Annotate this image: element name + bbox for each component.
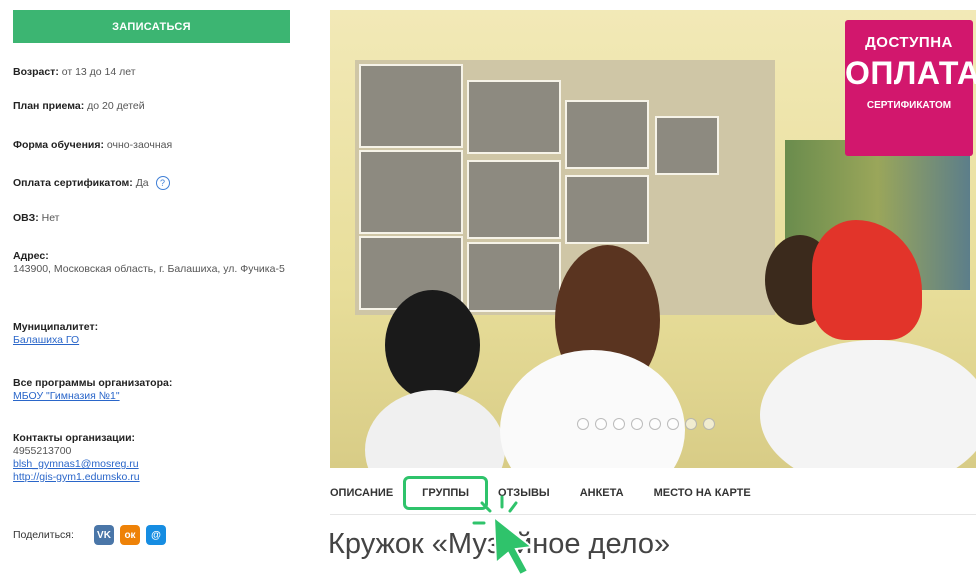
contacts-info: Контакты организации: 4955213700 blsh_gy…	[13, 432, 140, 484]
mail-icon[interactable]: @	[146, 525, 166, 545]
plan-info: План приема: до 20 детей	[13, 100, 145, 113]
municipality-info: Муниципалитет: Балашиха ГО	[13, 321, 98, 347]
share-icons: VK ок @	[94, 525, 166, 545]
slider-dot[interactable]	[595, 418, 607, 430]
municipality-label: Муниципалитет:	[13, 321, 99, 333]
address-info: Адрес: 143900, Московская область, г. Ба…	[13, 250, 293, 276]
enroll-button[interactable]: ЗАПИСАТЬСЯ	[13, 10, 290, 43]
contacts-label: Контакты организации:	[13, 432, 136, 444]
form-value: очно-заочная	[106, 139, 173, 151]
ovz-value: Нет	[41, 212, 60, 224]
contacts-site[interactable]: http://gis-gym1.edumsko.ru	[13, 471, 140, 483]
municipality-link[interactable]: Балашиха ГО	[13, 334, 79, 346]
slider-dot[interactable]	[631, 418, 643, 430]
slider-dot[interactable]	[613, 418, 625, 430]
cursor-pointer-icon	[472, 495, 535, 575]
payment-value: Да	[135, 176, 149, 189]
ovz-info: ОВЗ: Нет	[13, 212, 60, 225]
vk-icon[interactable]: VK	[94, 525, 114, 545]
age-value: от 13 до 14 лет	[61, 66, 136, 78]
age-info: Возраст: от 13 до 14 лет	[13, 66, 136, 79]
form-label: Форма обучения:	[13, 139, 104, 151]
tab-bar: ОПИСАНИЕ ГРУППЫ ОТЗЫВЫ АНКЕТА МЕСТО НА К…	[330, 472, 976, 515]
age-label: Возраст:	[13, 66, 59, 78]
plan-label: План приема:	[13, 100, 85, 112]
payment-label: Оплата сертификатом:	[13, 176, 133, 189]
hero-image[interactable]: ДОСТУПНА ОПЛАТА СЕРТИФИКАТОМ	[330, 10, 976, 468]
sidebar: ЗАПИСАТЬСЯ Возраст: от 13 до 14 лет План…	[0, 0, 310, 575]
share-label: Поделиться:	[13, 529, 74, 541]
badge-line-1: ДОСТУПНА	[865, 34, 953, 51]
tab-form[interactable]: АНКЕТА	[580, 487, 624, 499]
ovz-label: ОВЗ:	[13, 212, 39, 224]
programs-link[interactable]: МБОУ "Гимназия №1"	[13, 390, 120, 402]
programs-info: Все программы организатора: МБОУ "Гимназ…	[13, 377, 172, 403]
contacts-phone: 4955213700	[13, 445, 72, 457]
payment-info: Оплата сертификатом: Да ?	[13, 176, 170, 190]
badge-line-3: СЕРТИФИКАТОМ	[866, 100, 952, 111]
contacts-email[interactable]: blsh_gymnas1@mosreg.ru	[13, 458, 139, 470]
odnoklassniki-icon[interactable]: ок	[120, 525, 140, 545]
form-info: Форма обучения: очно-заочная	[13, 139, 172, 152]
slider-dot[interactable]	[667, 418, 679, 430]
programs-label: Все программы организатора:	[13, 377, 173, 389]
slider-dot[interactable]	[685, 418, 697, 430]
slider-dots	[577, 418, 715, 430]
slider-dot[interactable]	[577, 418, 589, 430]
slider-dot[interactable]	[649, 418, 661, 430]
plan-value: до 20 детей	[87, 100, 145, 112]
help-icon[interactable]: ?	[155, 176, 170, 190]
child-figure	[385, 290, 480, 400]
slider-dot[interactable]	[703, 418, 715, 430]
address-value: 143900, Московская область, г. Балашиха,…	[13, 263, 285, 275]
badge-line-2: ОПЛАТА	[845, 55, 976, 91]
certificate-payment-badge: ДОСТУПНА ОПЛАТА СЕРТИФИКАТОМ	[845, 20, 976, 156]
address-label: Адрес:	[13, 250, 49, 262]
tab-description[interactable]: ОПИСАНИЕ	[330, 487, 393, 499]
tab-map[interactable]: МЕСТО НА КАРТЕ	[654, 487, 751, 499]
